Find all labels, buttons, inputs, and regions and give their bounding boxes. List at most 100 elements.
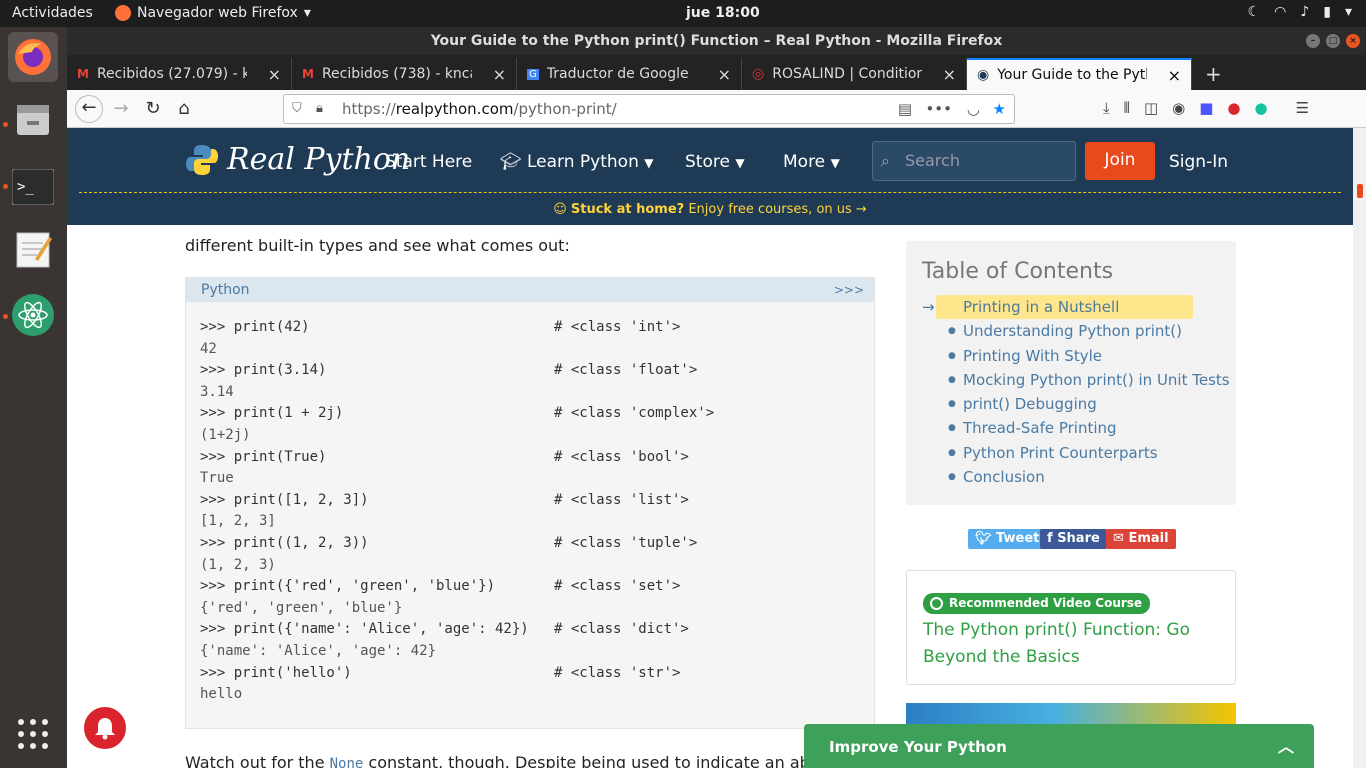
bookmark-star-icon[interactable]: ★: [993, 95, 1006, 123]
downloads-icon[interactable]: ⤓: [1103, 99, 1110, 117]
stuck-at-home-banner[interactable]: ☺ Stuck at home? Enjoy free courses, on …: [67, 202, 1353, 217]
tab-realpython[interactable]: ◉ Your Guide to the Python ×: [967, 58, 1192, 90]
code-comment: # <class 'list'>: [554, 491, 689, 508]
lock-icon[interactable]: 🔒︎: [316, 95, 323, 123]
close-tab-icon[interactable]: ×: [943, 65, 956, 84]
toc-item[interactable]: ● Thread-Safe Printing: [936, 416, 1230, 440]
url-bar[interactable]: ⛉ 🔒︎ https://realpython.com/python-print…: [283, 94, 1015, 124]
notification-bell-button[interactable]: [80, 703, 130, 753]
signin-link[interactable]: Sign-In: [1169, 152, 1228, 172]
close-window-button[interactable]: ×: [1346, 34, 1360, 48]
code-output-line: (1+2j): [200, 426, 251, 443]
bell-icon: [95, 718, 115, 740]
chevron-up-icon[interactable]: ︿: [1278, 724, 1294, 768]
library-icon[interactable]: ⫴: [1124, 99, 1130, 117]
nav-more[interactable]: More ▼: [783, 152, 840, 172]
tab-rosalind[interactable]: ◎ ROSALIND | Conditions and ×: [742, 58, 967, 90]
toc-item[interactable]: ● Printing With Style: [936, 344, 1230, 368]
code-command-line: >>> print(True) # <class 'bool'>: [200, 447, 860, 469]
maximize-button[interactable]: □: [1326, 34, 1340, 48]
toggle-prompt-button[interactable]: >>>: [834, 278, 864, 302]
page-scrollbar[interactable]: [1353, 128, 1366, 768]
mega-extension-icon[interactable]: ●: [1227, 99, 1240, 117]
toc-title: Table of Contents: [922, 259, 1114, 284]
pocket-icon[interactable]: ◡: [967, 95, 980, 123]
toc-item-label: Printing in a Nutshell: [963, 298, 1120, 316]
code-command-line: >>> print(42) # <class 'int'>: [200, 317, 860, 339]
toc-item[interactable]: ● Mocking Python print() in Unit Tests: [936, 368, 1230, 392]
zoom-extension-icon[interactable]: ■: [1199, 99, 1213, 117]
tab-google-translate[interactable]: G Traductor de Google ×: [517, 58, 742, 90]
code-command: >>> print(1 + 2j): [200, 405, 344, 422]
gmail-icon: M: [302, 67, 314, 81]
toc-item[interactable]: ● Python Print Counterparts: [936, 441, 1230, 465]
site-header: Real Python Start Here 🎓︎ Learn Python ▼…: [67, 128, 1353, 225]
app-menu[interactable]: Navegador web Firefox ▾: [115, 5, 311, 21]
toc-item-label: print() Debugging: [963, 395, 1097, 414]
system-tray[interactable]: ☾ ◠ ♪ ▮ ▾: [1248, 4, 1352, 20]
back-button[interactable]: ←: [75, 95, 103, 123]
reload-button[interactable]: ↻: [141, 97, 165, 121]
nav-start-here[interactable]: Start Here: [385, 152, 472, 172]
reader-view-icon[interactable]: ▤: [898, 95, 912, 123]
tab-gmail-1[interactable]: M Recibidos (27.079) - kncaldo ×: [67, 58, 292, 90]
bullet-icon: ●: [948, 326, 956, 337]
facebook-share-button[interactable]: f Share: [1040, 529, 1107, 549]
toc-item[interactable]: ● Understanding Python print(): [936, 319, 1230, 343]
code-comment: # <class 'int'>: [554, 319, 681, 335]
python-logo-icon: [186, 144, 218, 175]
text-editor-dock-icon[interactable]: [8, 224, 58, 274]
site-search-input[interactable]: ⌕ Search: [872, 141, 1076, 181]
email-share-button[interactable]: ✉ Email: [1106, 529, 1176, 549]
show-applications-icon[interactable]: [8, 709, 58, 759]
new-tab-button[interactable]: +: [1195, 58, 1225, 90]
atom-dock-icon[interactable]: [8, 290, 58, 340]
grammarly-extension-icon[interactable]: ●: [1255, 99, 1268, 117]
terminal-dock-icon[interactable]: >_: [8, 162, 58, 212]
code-comment: # <class 'set'>: [554, 578, 681, 595]
nav-store[interactable]: Store ▼: [685, 152, 745, 172]
menu-icon[interactable]: ☰: [1296, 99, 1309, 117]
close-tab-icon[interactable]: ×: [268, 65, 281, 84]
svg-text:>_: >_: [17, 179, 34, 195]
close-tab-icon[interactable]: ×: [493, 65, 506, 84]
scrollbar-thumb[interactable]: [1357, 184, 1363, 198]
firefox-dock-icon[interactable]: [8, 32, 58, 82]
minimize-button[interactable]: –: [1306, 34, 1320, 48]
recommended-course-title[interactable]: The Python print() Function: Go Beyond t…: [923, 617, 1213, 671]
logo-text: Real Python: [227, 142, 411, 177]
code-block: Python >>> >>> print(42) # <class 'int'> 4…: [185, 277, 875, 729]
close-tab-icon[interactable]: ×: [718, 65, 731, 84]
home-button[interactable]: ⌂: [172, 97, 196, 121]
code-command-line: >>> print([1, 2, 3]) # <class 'list'>: [200, 490, 860, 512]
page-actions-icon[interactable]: •••: [925, 95, 952, 123]
tab-gmail-2[interactable]: M Recibidos (738) - kncalde ×: [292, 58, 517, 90]
toc-item[interactable]: → Printing in a Nutshell: [922, 295, 1193, 320]
window-titlebar: Your Guide to the Python print() Functio…: [67, 27, 1366, 55]
close-tab-icon[interactable]: ×: [1168, 66, 1181, 85]
toc-item[interactable]: ● Conclusion: [936, 465, 1230, 489]
toc-item-label: Printing With Style: [963, 346, 1102, 365]
join-button[interactable]: Join: [1085, 142, 1155, 180]
toc-item[interactable]: ● print() Debugging: [936, 392, 1230, 416]
toc-item-label: Mocking Python print() in Unit Tests: [963, 370, 1230, 389]
sidebar-icon[interactable]: ◫: [1144, 99, 1158, 117]
chevron-down-icon: ▾: [303, 5, 311, 21]
shield-icon[interactable]: ⛉: [292, 95, 302, 123]
clock[interactable]: jue 18:00: [686, 5, 760, 21]
recommended-course-card[interactable]: Recommended Video Course The Python prin…: [906, 570, 1236, 685]
article-content: different built-in types and see what co…: [67, 225, 1353, 768]
play-icon: [930, 597, 943, 610]
account-icon[interactable]: ◉: [1172, 99, 1185, 117]
files-dock-icon[interactable]: [8, 94, 58, 144]
activities-button[interactable]: Actividades: [12, 5, 93, 21]
nav-learn-python[interactable]: 🎓︎ Learn Python ▼: [500, 152, 654, 172]
tab-label: Your Guide to the Python: [997, 67, 1147, 83]
code-command-line: >>> print((1, 2, 3)) # <class 'tuple'>: [200, 533, 860, 555]
code-output-line: 3.14: [200, 383, 234, 400]
night-light-icon: ☾: [1247, 4, 1261, 20]
realpython-logo[interactable]: Real Python: [185, 142, 410, 177]
improve-your-python-panel[interactable]: Improve Your Python ︿: [804, 724, 1314, 768]
forward-button[interactable]: →: [109, 97, 133, 121]
tweet-button[interactable]: 🐦︎ Tweet: [968, 529, 1047, 549]
